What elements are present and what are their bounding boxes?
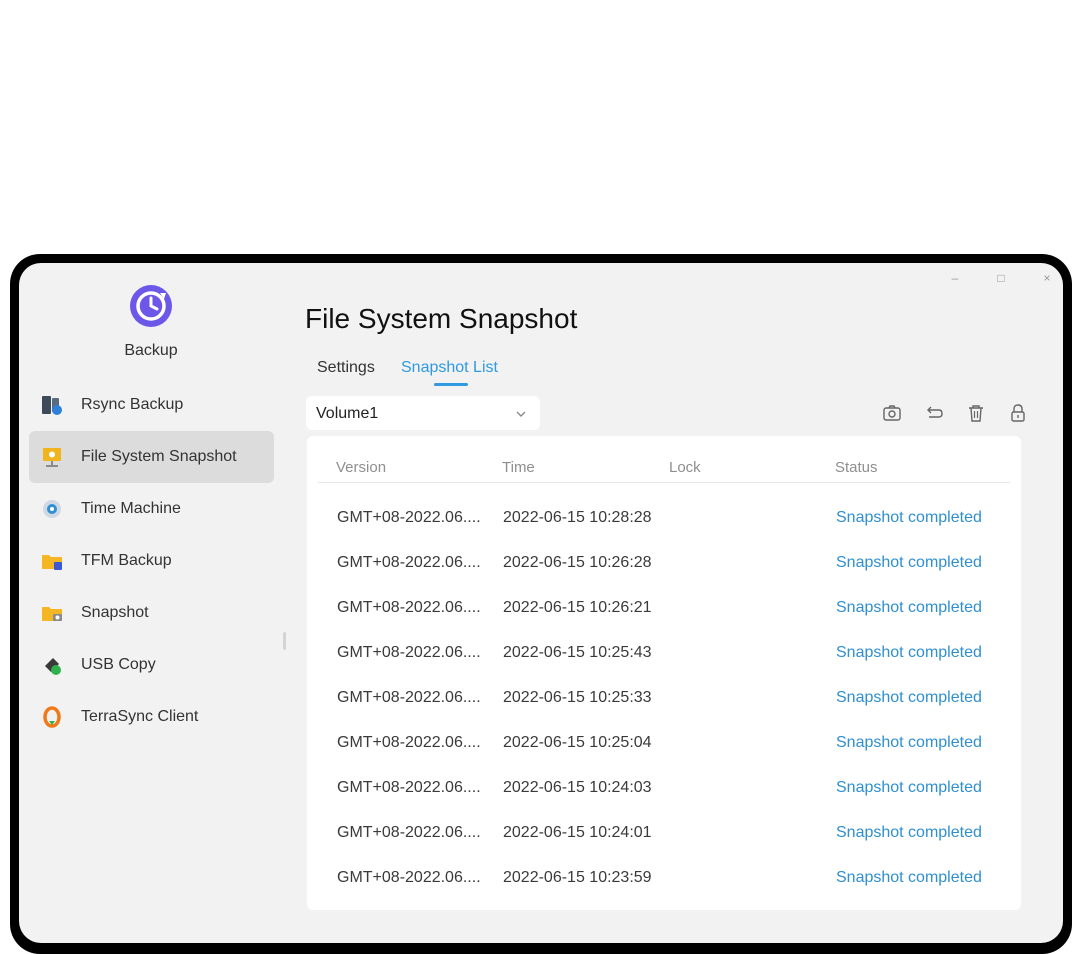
table-body: GMT+08-2022.06.... 2022-06-15 10:28:28 S… [307, 495, 1021, 900]
column-header-time[interactable]: Time [502, 459, 535, 476]
time-cell: 2022-06-15 10:23:59 [503, 869, 652, 886]
version-cell: GMT+08-2022.06.... [337, 599, 481, 616]
sidebar: Backup Rsync Backup File System Snapshot [19, 263, 294, 943]
usb-drive-icon [45, 658, 61, 675]
sidebar-item-label: Time Machine [81, 500, 181, 517]
status-cell[interactable]: Snapshot completed [836, 869, 982, 887]
folder-camera-icon [42, 607, 62, 621]
table-row[interactable]: GMT+08-2022.06.... 2022-06-15 10:25:04 S… [307, 720, 1021, 765]
version-cell: GMT+08-2022.06.... [337, 824, 481, 841]
sidebar-nav: Rsync Backup File System Snapshot Time M… [29, 379, 274, 743]
sidebar-item-time-machine[interactable]: Time Machine [29, 483, 274, 535]
close-button[interactable]: × [1039, 271, 1055, 285]
table-row[interactable]: GMT+08-2022.06.... 2022-06-15 10:24:03 S… [307, 765, 1021, 810]
time-cell: 2022-06-15 10:24:01 [503, 824, 652, 841]
status-cell[interactable]: Snapshot completed [836, 689, 982, 707]
version-cell: GMT+08-2022.06.... [337, 779, 481, 796]
status-cell[interactable]: Snapshot completed [836, 554, 982, 572]
table-row[interactable]: GMT+08-2022.06.... 2022-06-15 10:23:59 S… [307, 855, 1021, 900]
table-row[interactable]: GMT+08-2022.06.... 2022-06-15 10:28:28 S… [307, 495, 1021, 540]
snapshot-table: Version Time Lock Status GMT+08-2022.06.… [307, 436, 1021, 910]
tab-settings[interactable]: Settings [317, 359, 375, 377]
status-cell[interactable]: Snapshot completed [836, 644, 982, 662]
chevron-down-icon [516, 411, 526, 417]
page-title: File System Snapshot [305, 303, 578, 334]
version-cell: GMT+08-2022.06.... [337, 554, 481, 571]
status-cell[interactable]: Snapshot completed [836, 734, 982, 752]
table-row[interactable]: GMT+08-2022.06.... 2022-06-15 10:26:21 S… [307, 585, 1021, 630]
volume-select[interactable]: Volume1 [306, 396, 540, 430]
time-cell: 2022-06-15 10:25:43 [503, 644, 652, 661]
lock-icon[interactable] [1007, 402, 1029, 424]
status-cell[interactable]: Snapshot completed [836, 824, 982, 842]
active-tab-indicator [434, 383, 468, 386]
sidebar-item-label: TFM Backup [81, 552, 172, 569]
volume-select-value: Volume1 [316, 405, 379, 422]
maximize-button[interactable]: □ [993, 271, 1009, 285]
column-header-version[interactable]: Version [336, 459, 386, 476]
sidebar-item-label: Snapshot [81, 604, 149, 621]
version-cell: GMT+08-2022.06.... [337, 509, 481, 526]
column-header-status[interactable]: Status [835, 459, 878, 476]
table-row[interactable]: GMT+08-2022.06.... 2022-06-15 10:25:43 S… [307, 630, 1021, 675]
table-row[interactable]: GMT+08-2022.06.... 2022-06-15 10:25:33 S… [307, 675, 1021, 720]
server-sync-icon [42, 396, 62, 415]
sidebar-item-file-system-snapshot[interactable]: File System Snapshot [29, 431, 274, 483]
version-cell: GMT+08-2022.06.... [337, 734, 481, 751]
status-cell[interactable]: Snapshot completed [836, 599, 982, 617]
header-divider [318, 482, 1010, 483]
status-cell[interactable]: Snapshot completed [836, 779, 982, 797]
backup-clock-icon [130, 285, 172, 327]
folder-backup-icon [42, 555, 62, 570]
time-cell: 2022-06-15 10:25:04 [503, 734, 652, 751]
time-machine-icon [43, 500, 61, 518]
sidebar-item-usb-copy[interactable]: USB Copy [29, 639, 274, 691]
app-name: Backup [124, 342, 178, 359]
version-cell: GMT+08-2022.06.... [337, 869, 481, 886]
sidebar-item-label: USB Copy [81, 656, 156, 673]
restore-icon[interactable] [923, 402, 945, 424]
sidebar-resize-handle[interactable] [283, 632, 286, 650]
table-row[interactable]: GMT+08-2022.06.... 2022-06-15 10:24:01 S… [307, 810, 1021, 855]
sidebar-item-snapshot[interactable]: Snapshot [29, 587, 274, 639]
time-cell: 2022-06-15 10:24:03 [503, 779, 652, 796]
version-cell: GMT+08-2022.06.... [337, 644, 481, 661]
column-header-lock[interactable]: Lock [669, 459, 701, 476]
version-cell: GMT+08-2022.06.... [337, 689, 481, 706]
time-cell: 2022-06-15 10:28:28 [503, 509, 652, 526]
delete-icon[interactable] [965, 402, 987, 424]
time-cell: 2022-06-15 10:26:28 [503, 554, 652, 571]
status-cell[interactable]: Snapshot completed [836, 509, 982, 527]
camera-icon[interactable] [881, 402, 903, 424]
sidebar-item-label: File System Snapshot [81, 448, 237, 465]
sidebar-item-tfm-backup[interactable]: TFM Backup [29, 535, 274, 587]
time-cell: 2022-06-15 10:26:21 [503, 599, 652, 616]
sidebar-item-terrasync-client[interactable]: TerraSync Client [29, 691, 274, 743]
minimize-button[interactable]: – [947, 271, 963, 285]
sidebar-item-rsync-backup[interactable]: Rsync Backup [29, 379, 274, 431]
snapshot-board-icon [43, 448, 61, 467]
app-window: – □ × Backup Rsync Backup File System Sn… [19, 263, 1063, 943]
sidebar-item-label: TerraSync Client [81, 708, 199, 725]
table-row[interactable]: GMT+08-2022.06.... 2022-06-15 10:26:28 S… [307, 540, 1021, 585]
sidebar-item-label: Rsync Backup [81, 396, 184, 413]
tab-snapshot-list[interactable]: Snapshot List [401, 359, 498, 377]
terrasync-icon [43, 706, 61, 728]
time-cell: 2022-06-15 10:25:33 [503, 689, 652, 706]
